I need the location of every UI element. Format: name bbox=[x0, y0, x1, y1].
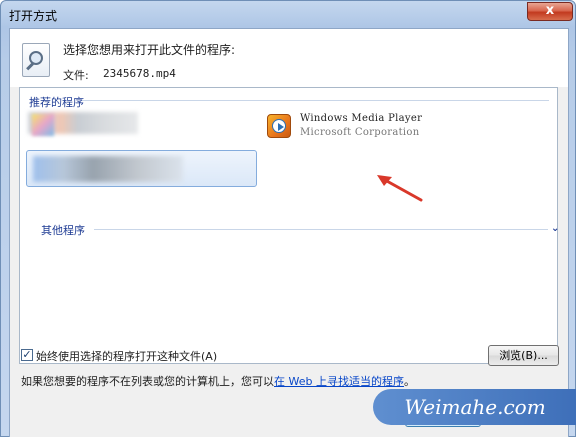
site-watermark: Weimahe.com bbox=[373, 389, 576, 425]
footer-suffix: 。 bbox=[403, 375, 415, 388]
program-list: 推荐的程序 Windows Media Player Microsoft Cor… bbox=[19, 87, 559, 364]
browse-button[interactable]: 浏览(B)... bbox=[488, 345, 559, 366]
windows-media-player-icon bbox=[267, 114, 291, 138]
file-label: 文件: bbox=[63, 69, 89, 82]
program-item-windows-media-player[interactable]: Windows Media Player Microsoft Corporati… bbox=[267, 112, 467, 146]
divider bbox=[94, 229, 548, 230]
program-item-selected[interactable] bbox=[26, 150, 257, 187]
dialog-header: 选择您想用来打开此文件的程序: 文件: 2345678.mp4 bbox=[10, 29, 568, 87]
program-publisher: Microsoft Corporation bbox=[300, 127, 420, 138]
blurred-program-content bbox=[33, 156, 183, 182]
footer-text: 如果您想要的程序不在列表或您的计算机上，您可以在 Web 上寻找适当的程序。 bbox=[21, 373, 415, 389]
dialog-body: 选择您想用来打开此文件的程序: 文件: 2345678.mp4 推荐的程序 Wi… bbox=[9, 28, 569, 437]
footer-prefix: 如果您想要的程序不在列表或您的计算机上，您可以 bbox=[21, 375, 274, 388]
other-programs-header[interactable]: 其他程序 bbox=[41, 222, 85, 238]
recommended-programs-header: 推荐的程序 bbox=[29, 96, 84, 109]
always-use-checkbox[interactable]: ✓ bbox=[21, 349, 33, 361]
program-name: Windows Media Player bbox=[300, 113, 423, 124]
open-with-dialog: 打开方式 x 选择您想用来打开此文件的程序: 文件: 2345678.mp4 推… bbox=[0, 0, 576, 437]
close-button[interactable]: x bbox=[527, 2, 573, 21]
prompt-text: 选择您想用来打开此文件的程序: bbox=[63, 43, 236, 57]
always-use-label[interactable]: 始终使用选择的程序打开这种文件(A) bbox=[36, 348, 217, 364]
chevron-down-icon[interactable]: ⌄ bbox=[551, 223, 559, 234]
title-bar[interactable]: 打开方式 x bbox=[1, 1, 576, 28]
blurred-program-icon bbox=[32, 114, 54, 136]
annotation-arrow-icon bbox=[377, 175, 423, 202]
find-program-on-web-link[interactable]: 在 Web 上寻找适当的程序 bbox=[274, 375, 404, 388]
dialog-title: 打开方式 bbox=[9, 9, 58, 23]
divider bbox=[82, 100, 549, 101]
file-name: 2345678.mp4 bbox=[103, 67, 176, 80]
search-document-icon bbox=[22, 43, 50, 77]
